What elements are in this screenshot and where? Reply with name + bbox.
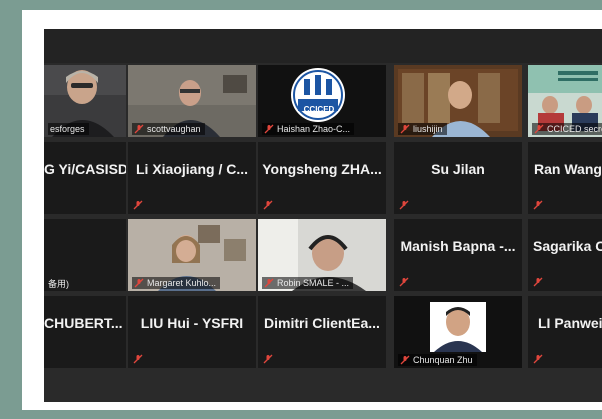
participant-name: Sagarika C [533, 238, 602, 254]
participant-name: CHUBERT... [44, 315, 123, 331]
participant-tile-dimitri[interactable]: Dimitri ClientEa... [258, 296, 386, 368]
muted-mic-icon [533, 354, 543, 364]
top-bar [44, 29, 602, 63]
participant-tile-esforges[interactable]: esforges [44, 65, 126, 137]
participant-tile-yongsheng-zha[interactable]: Yongsheng ZHA... [258, 142, 386, 214]
participant-name: LIU Hui - YSFRI [140, 315, 244, 331]
participant-tile-backup[interactable]: 备用) [44, 219, 126, 291]
participant-tile-robin-smale[interactable]: Robin SMALE - ... [258, 219, 386, 291]
muted-mic-icon [534, 124, 544, 134]
participant-tile-yi-casisd[interactable]: G Yi/CASISD [44, 142, 126, 214]
participant-name: CCICED secretaria [547, 124, 602, 134]
participant-tile-liu-hui[interactable]: LIU Hui - YSFRI [128, 296, 256, 368]
muted-mic-icon [533, 200, 543, 210]
participant-tile-scottvaughan[interactable]: scottvaughan [128, 65, 256, 137]
participant-name: Ran Wang [534, 161, 602, 177]
participant-name: liushijin [413, 124, 443, 134]
participant-tile-li-xiaojiang[interactable]: Li Xiaojiang / C... [128, 142, 256, 214]
participant-tile-li-panwei[interactable]: LI Panwei [528, 296, 602, 368]
participant-tile-liushijin[interactable]: liushijin [394, 65, 522, 137]
participant-name: Yongsheng ZHA... [262, 161, 382, 177]
participant-name: 备用) [48, 278, 69, 289]
participant-name: esforges [50, 124, 85, 134]
participant-name: Robin SMALE - ... [277, 278, 350, 288]
participant-tile-haishan-zhao[interactable]: CCICED Haishan Zhao-C... [258, 65, 386, 137]
muted-mic-icon [264, 278, 274, 288]
video-conference-window: esforges scottvaughan CCICED Haishan Zha… [44, 29, 602, 402]
muted-mic-icon [399, 200, 409, 210]
participant-tile-margaret-kuhlow[interactable]: Margaret Kuhlo... [128, 219, 256, 291]
participant-tile-schubert[interactable]: CHUBERT... [44, 296, 126, 368]
muted-mic-icon [263, 354, 273, 364]
participant-name: G Yi/CASISD [44, 161, 126, 177]
participant-name: scottvaughan [147, 124, 201, 134]
logo-text: CCICED [303, 105, 335, 114]
muted-mic-icon [533, 277, 543, 287]
participant-name: Manish Bapna -... [400, 238, 516, 254]
participant-name: Haishan Zhao-C... [277, 124, 351, 134]
muted-mic-icon [133, 200, 143, 210]
participant-name: Margaret Kuhlo... [147, 278, 217, 288]
participant-tile-ran-wang[interactable]: Ran Wang [528, 142, 602, 214]
muted-mic-icon [399, 277, 409, 287]
muted-mic-icon [134, 124, 144, 134]
participant-tile-sagarika[interactable]: Sagarika C [528, 219, 602, 291]
muted-mic-icon [263, 200, 273, 210]
participant-tile-su-jilan[interactable]: Su Jilan [394, 142, 522, 214]
muted-mic-icon [400, 124, 410, 134]
participant-tile-chunquan-zhu[interactable]: Chunquan Zhu [394, 296, 522, 368]
muted-mic-icon [133, 354, 143, 364]
participant-name: Su Jilan [431, 161, 485, 177]
muted-mic-icon [134, 278, 144, 288]
participant-name: Chunquan Zhu [413, 355, 473, 365]
participant-tile-manish-bapna[interactable]: Manish Bapna -... [394, 219, 522, 291]
participant-tile-cciced-secretariat[interactable]: CCICED secretaria [528, 65, 602, 137]
participant-name: Dimitri ClientEa... [264, 315, 380, 331]
muted-mic-icon [264, 124, 274, 134]
muted-mic-icon [400, 355, 410, 365]
participant-name: LI Panwei [538, 315, 602, 331]
participant-name: Li Xiaojiang / C... [135, 161, 248, 177]
